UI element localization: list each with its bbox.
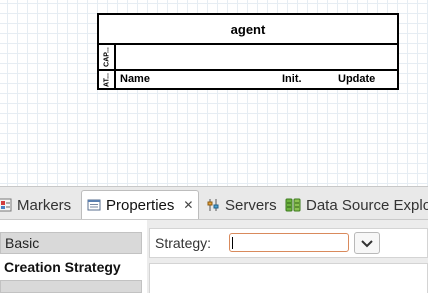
strategy-details-box	[149, 263, 428, 293]
tab-data-source-label: Data Source Explo	[306, 196, 428, 214]
text-cursor	[232, 237, 233, 249]
diagram-canvas[interactable]: agent CAP... AT... Name Init. Update	[0, 0, 428, 186]
tab-properties[interactable]: Properties ✕	[81, 190, 200, 219]
strategy-row: Strategy:	[149, 228, 428, 258]
column-header-init: Init.	[282, 73, 302, 85]
category-basic[interactable]: Basic	[0, 232, 142, 254]
strategy-input[interactable]	[229, 233, 349, 252]
agent-figure[interactable]: agent CAP... AT... Name Init. Update	[97, 13, 399, 90]
tab-servers-label: Servers	[225, 196, 277, 214]
chevron-down-icon	[360, 234, 374, 253]
category-creation-strategy[interactable]: Creation Strategy	[0, 256, 142, 278]
servers-icon	[206, 198, 220, 212]
capabilities-label-cell: CAP...	[99, 45, 116, 69]
agent-title[interactable]: agent	[99, 15, 397, 45]
strategy-dropdown-button[interactable]	[354, 232, 380, 254]
tab-servers[interactable]: Servers	[206, 191, 277, 219]
column-header-name: Name	[120, 73, 150, 85]
tab-properties-label: Properties	[106, 196, 175, 214]
tab-markers[interactable]: Markers	[0, 191, 71, 219]
category-item-partial[interactable]	[0, 280, 142, 293]
attributes-label-cell: AT...	[99, 71, 116, 88]
markers-icon	[0, 198, 12, 212]
tab-markers-label: Markers	[17, 196, 72, 214]
property-category-list: Basic Creation Strategy	[0, 220, 145, 293]
attributes-compartment[interactable]: AT... Name Init. Update	[99, 71, 397, 88]
capabilities-label: CAP...	[103, 47, 110, 67]
property-detail-area: Strategy:	[147, 220, 428, 293]
properties-icon	[87, 198, 101, 212]
attributes-label: AT...	[103, 72, 110, 87]
agent-title-text: agent	[230, 21, 266, 37]
view-tab-bar: Markers Properties ✕ Servers Data Source…	[0, 187, 428, 220]
column-header-update: Update	[338, 73, 376, 85]
data-source-icon	[285, 198, 301, 212]
capabilities-compartment[interactable]: CAP...	[99, 45, 397, 71]
close-icon[interactable]: ✕	[183, 198, 193, 212]
category-basic-label: Basic	[5, 235, 40, 251]
tab-data-source-explorer[interactable]: Data Source Explo	[285, 191, 428, 219]
strategy-label: Strategy:	[155, 235, 212, 251]
category-creation-strategy-label: Creation Strategy	[4, 259, 121, 275]
